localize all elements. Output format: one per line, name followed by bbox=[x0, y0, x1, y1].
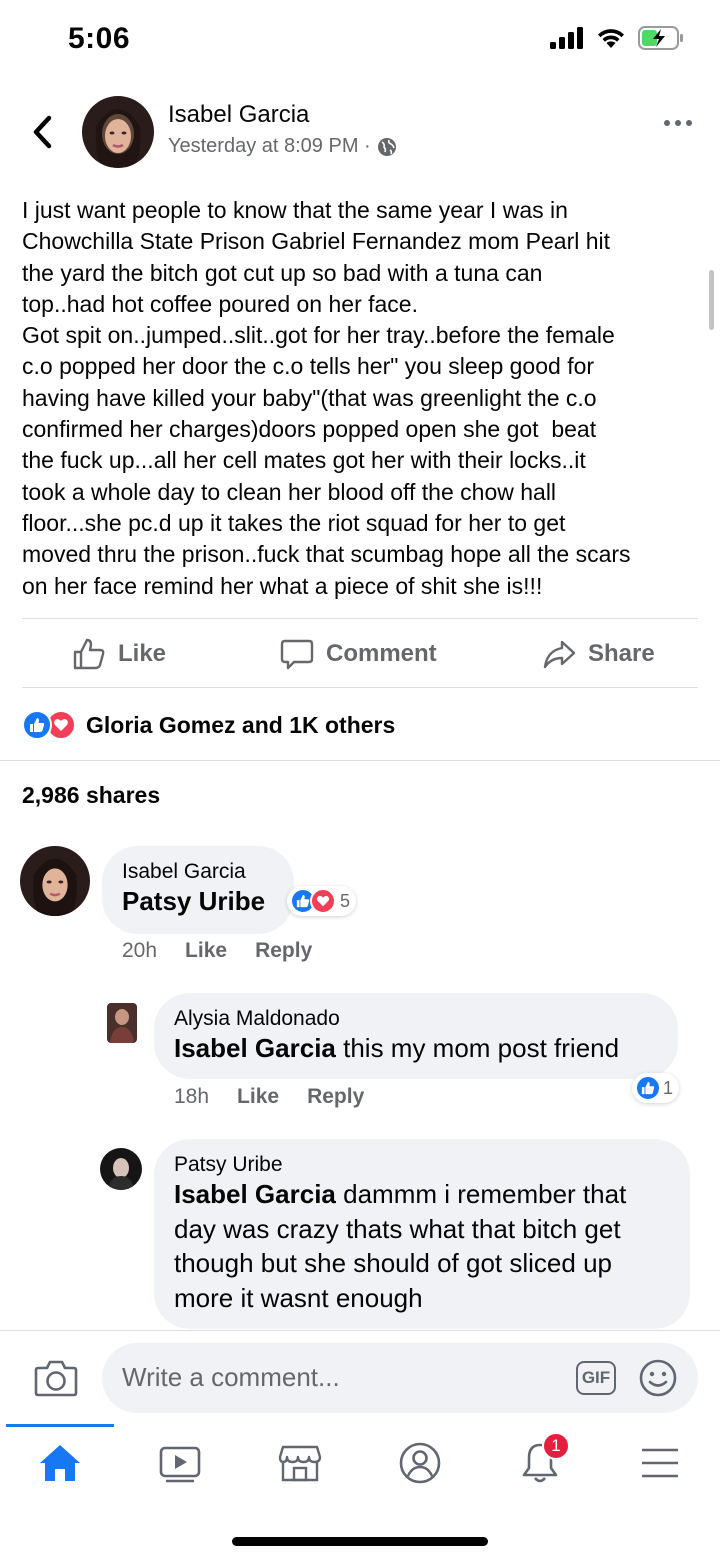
scroll-indicator[interactable] bbox=[709, 270, 714, 330]
home-icon bbox=[40, 1445, 80, 1481]
comment-time: 18h bbox=[174, 1085, 210, 1108]
back-button[interactable] bbox=[24, 112, 60, 152]
comment-author[interactable]: Patsy Uribe bbox=[174, 1153, 670, 1177]
reaction-count: 1 bbox=[663, 1077, 674, 1098]
camera-icon bbox=[34, 1360, 78, 1397]
profile-icon bbox=[399, 1442, 441, 1484]
hamburger-menu-icon bbox=[642, 1448, 678, 1478]
comment-time: 20h bbox=[122, 939, 158, 962]
love-reaction-icon bbox=[310, 888, 336, 914]
thumbs-up-icon bbox=[73, 638, 105, 670]
comment-mention[interactable]: Patsy Uribe bbox=[122, 886, 265, 916]
author-avatar[interactable] bbox=[82, 96, 154, 168]
comment-author[interactable]: Alysia Maldonado bbox=[174, 1007, 658, 1031]
reply-bubble[interactable]: Patsy Uribe Isabel Garcia dammm i rememb… bbox=[154, 1139, 690, 1329]
gif-button[interactable]: GIF bbox=[576, 1361, 616, 1395]
tab-watch[interactable] bbox=[150, 1438, 210, 1488]
status-time: 5:06 bbox=[68, 22, 131, 55]
share-arrow-icon bbox=[543, 640, 576, 669]
comment-author[interactable]: Isabel Garcia bbox=[122, 860, 274, 884]
reply-avatar[interactable] bbox=[100, 1148, 142, 1190]
like-button[interactable]: Like bbox=[72, 619, 166, 689]
comment-input[interactable]: Write a comment... GIF bbox=[102, 1343, 698, 1413]
like-label: Like bbox=[118, 640, 167, 667]
comment-bubble[interactable]: Isabel Garcia Patsy Uribe bbox=[102, 846, 294, 934]
comment-meta: 20h Like Reply bbox=[122, 939, 312, 963]
more-options-button[interactable] bbox=[664, 120, 692, 126]
emoji-button[interactable] bbox=[638, 1358, 678, 1403]
more-dot-icon bbox=[686, 120, 692, 126]
marketplace-shop-icon bbox=[278, 1445, 322, 1482]
author-name[interactable]: Isabel Garcia bbox=[168, 101, 309, 129]
comment-text: Isabel Garcia this my mom post friend bbox=[174, 1031, 658, 1066]
like-reaction-icon bbox=[635, 1075, 661, 1101]
post-action-bar: Like Comment Share bbox=[22, 618, 698, 688]
smiley-icon bbox=[639, 1359, 677, 1397]
comment-reply-button[interactable]: Reply bbox=[255, 939, 312, 963]
comment-composer: Write a comment... GIF bbox=[0, 1330, 720, 1424]
comment-text: Isabel Garcia dammm i remember that day … bbox=[174, 1177, 670, 1315]
video-play-icon bbox=[159, 1446, 201, 1483]
comment-reply-button[interactable]: Reply bbox=[307, 1085, 364, 1109]
tab-menu[interactable] bbox=[630, 1438, 690, 1488]
comment-label: Comment bbox=[326, 640, 437, 667]
wifi-icon bbox=[598, 29, 624, 48]
bottom-tab-bar: 1 bbox=[0, 1424, 720, 1504]
comment-body: this my mom post friend bbox=[335, 1033, 620, 1063]
divider bbox=[0, 760, 720, 761]
comment-input-placeholder: Write a comment... bbox=[122, 1362, 340, 1392]
tab-marketplace[interactable] bbox=[270, 1438, 330, 1488]
reactions-summary[interactable]: Gloria Gomez and 1K others bbox=[22, 700, 395, 750]
post-meta: Yesterday at 8:09 PM · bbox=[168, 135, 397, 158]
comment-reactions[interactable]: 1 bbox=[632, 1073, 680, 1103]
cellular-signal-icon bbox=[550, 27, 583, 49]
tab-notifications[interactable]: 1 bbox=[510, 1432, 570, 1488]
avatar-photo bbox=[107, 1003, 137, 1043]
comment-like-button[interactable]: Like bbox=[237, 1085, 279, 1109]
battery-charging-icon bbox=[638, 26, 683, 50]
comment-text: Patsy Uribe bbox=[122, 884, 274, 919]
post-body: I just want people to know that the same… bbox=[22, 197, 631, 599]
avatar-photo bbox=[20, 846, 90, 916]
notification-badge: 1 bbox=[542, 1432, 570, 1460]
home-indicator[interactable] bbox=[232, 1537, 488, 1546]
more-dot-icon bbox=[675, 120, 681, 126]
reply-avatar[interactable] bbox=[107, 1003, 137, 1043]
comment-mention[interactable]: Isabel Garcia bbox=[174, 1033, 336, 1063]
like-reaction-icon bbox=[22, 710, 52, 740]
reply-bubble[interactable]: Alysia Maldonado Isabel Garcia this my m… bbox=[154, 993, 678, 1079]
camera-button[interactable] bbox=[34, 1359, 78, 1402]
share-label: Share bbox=[588, 640, 655, 667]
comment-button[interactable]: Comment bbox=[280, 619, 437, 689]
comment-bubble-icon bbox=[280, 639, 314, 670]
globe-icon bbox=[377, 137, 396, 156]
post-timestamp[interactable]: Yesterday at 8:09 PM · bbox=[168, 135, 371, 158]
reaction-count: 5 bbox=[340, 890, 351, 911]
status-icons bbox=[550, 26, 684, 50]
reaction-icons bbox=[22, 710, 78, 740]
comment-avatar[interactable] bbox=[20, 846, 90, 916]
status-bar: 5:06 bbox=[0, 0, 720, 80]
shares-count[interactable]: 2,986 shares bbox=[22, 782, 160, 809]
avatar-photo bbox=[82, 96, 154, 168]
comment-mention[interactable]: Isabel Garcia bbox=[174, 1179, 336, 1209]
avatar-photo bbox=[100, 1148, 142, 1190]
comment-meta: 18h Like Reply bbox=[174, 1085, 364, 1109]
chevron-left-icon bbox=[33, 115, 52, 149]
comment-reactions[interactable]: 5 bbox=[287, 886, 357, 916]
tab-home[interactable] bbox=[30, 1438, 90, 1488]
more-dot-icon bbox=[664, 120, 670, 126]
post-header: Isabel Garcia Yesterday at 8:09 PM · bbox=[0, 92, 720, 182]
comment-like-button[interactable]: Like bbox=[185, 939, 227, 963]
tab-profile[interactable] bbox=[390, 1438, 450, 1488]
reactions-text: Gloria Gomez and 1K others bbox=[86, 711, 396, 738]
share-button[interactable]: Share bbox=[542, 619, 655, 689]
active-tab-indicator bbox=[6, 1424, 114, 1427]
